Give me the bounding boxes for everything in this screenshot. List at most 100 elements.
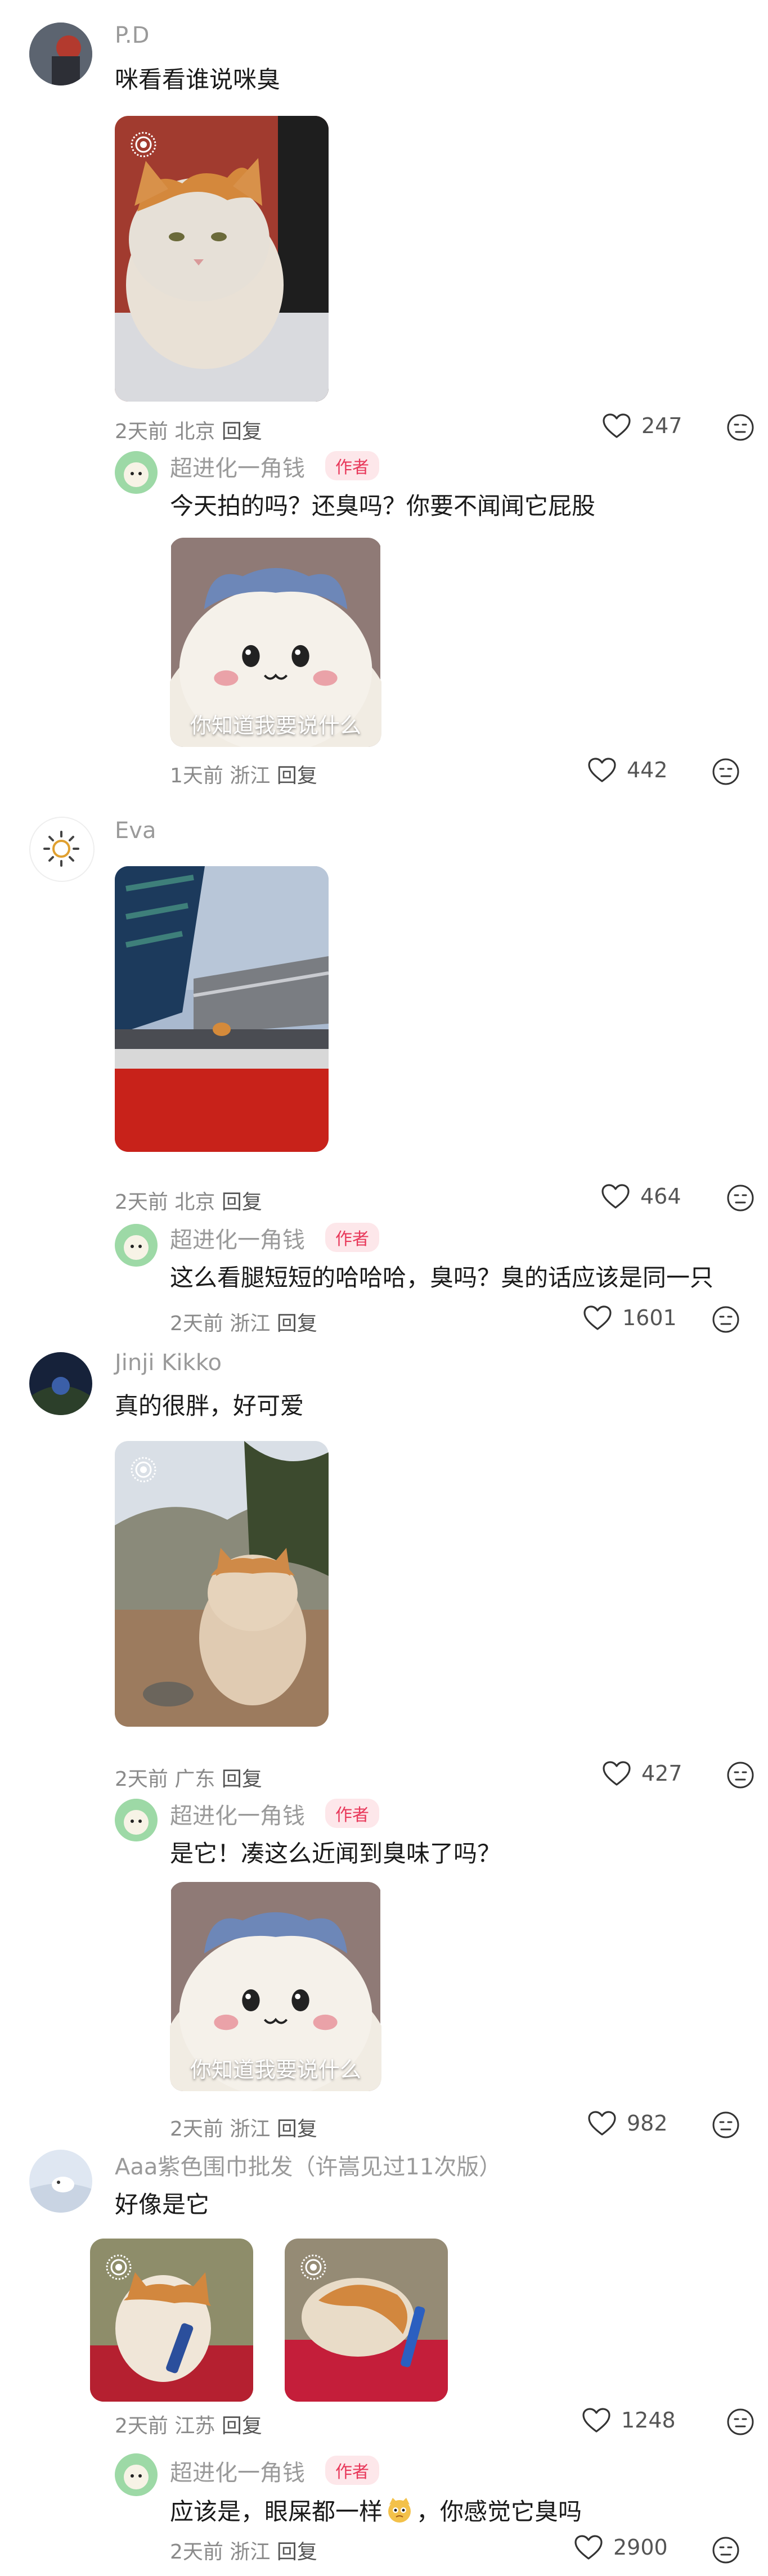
reply-text-part: ，你感觉它臭吗 [416, 2498, 582, 2525]
reply-username[interactable]: 超进化一角钱 [170, 450, 305, 483]
author-badge: 作者 [325, 1799, 379, 1828]
meta-time: 2天前 [115, 1768, 168, 1791]
sad-face-icon[interactable] [711, 1305, 740, 1334]
author-avatar[interactable] [115, 1224, 158, 1267]
reply-text: 这么看腿短短的哈哈哈，臭吗？臭的话应该是同一只 [170, 1264, 714, 1291]
comment-photo[interactable] [115, 1441, 329, 1727]
like-button[interactable]: 1248 [582, 2407, 676, 2433]
live-photo-icon [105, 2253, 133, 2281]
like-button[interactable]: 2900 [574, 2534, 668, 2560]
username[interactable]: Eva [115, 818, 156, 844]
sad-face-icon[interactable] [711, 2536, 740, 2565]
reply-meta: 2天前 浙江 回复 [170, 1307, 317, 1336]
like-count: 247 [641, 413, 682, 438]
cat-emoji-icon [388, 2497, 411, 2523]
author-avatar[interactable] [115, 2453, 158, 2496]
author-badge: 作者 [325, 2456, 379, 2485]
sad-face-icon[interactable] [726, 2407, 755, 2437]
author-badge: 作者 [325, 451, 379, 480]
sticker-image[interactable]: 你知道我要说什么 [170, 1882, 381, 2091]
like-count: 1248 [621, 2408, 676, 2433]
reply-text: 应该是，眼屎都一样 ，你感觉它臭吗 [170, 2493, 582, 2527]
comment-photo[interactable] [115, 116, 329, 402]
author-avatar[interactable] [115, 1799, 158, 1841]
live-photo-icon [299, 2253, 327, 2281]
reply-text: 是它！凑这么近闻到臭味了吗？ [170, 1840, 501, 1867]
author-avatar[interactable] [115, 451, 158, 494]
like-count: 2900 [613, 2535, 668, 2560]
reply-text: 今天拍的吗？还臭吗？你要不闻闻它屁股 [170, 492, 596, 520]
comment-text: 咪看看谁说咪臭 [115, 66, 281, 93]
comment-text: 真的很胖，好可爱 [115, 1392, 304, 1420]
sad-face-icon[interactable] [726, 1183, 755, 1213]
like-button[interactable]: 427 [602, 1760, 682, 1786]
sticker-caption: 你知道我要说什么 [190, 713, 361, 738]
heart-outline-icon [574, 2534, 603, 2560]
reply-button[interactable]: 回复 [222, 2415, 262, 2438]
live-photo-icon [129, 1456, 158, 1484]
sad-face-icon[interactable] [711, 757, 740, 786]
heart-outline-icon [587, 757, 617, 783]
like-count: 442 [627, 758, 668, 782]
like-count: 427 [641, 1761, 682, 1786]
reply-meta: 2天前 浙江 回复 [170, 2113, 317, 2142]
like-button[interactable]: 982 [587, 2110, 668, 2136]
meta-time: 2天前 [115, 420, 168, 443]
heart-outline-icon [582, 2407, 611, 2433]
meta-time: 1天前 [170, 764, 223, 787]
avatar[interactable] [29, 22, 92, 85]
meta-time: 2天前 [170, 2541, 223, 2564]
reply-text-part: 应该是，眼屎都一样 [170, 2498, 383, 2525]
heart-outline-icon [602, 1760, 631, 1786]
meta-location: 浙江 [230, 2118, 271, 2141]
reply-button[interactable]: 回复 [277, 2541, 317, 2564]
meta-time: 2天前 [115, 1191, 168, 1214]
heart-outline-icon [601, 1183, 630, 1209]
reply-meta: 2天前 浙江 回复 [170, 2536, 317, 2565]
avatar[interactable] [29, 817, 95, 882]
reply-username[interactable]: 超进化一角钱 [170, 1798, 305, 1830]
reply-username[interactable]: 超进化一角钱 [170, 1222, 305, 1254]
meta-location: 广东 [174, 1768, 215, 1791]
reply-meta: 1天前 浙江 回复 [170, 759, 317, 789]
comment-meta: 2天前 北京 回复 [115, 415, 262, 444]
author-badge: 作者 [325, 1223, 379, 1252]
username[interactable]: Aaa紫色围巾批发（许嵩见过11次版） [115, 2149, 501, 2181]
like-count: 464 [640, 1184, 681, 1209]
sticker-image[interactable]: 你知道我要说什么 [170, 538, 381, 747]
like-button[interactable]: 1601 [583, 1305, 677, 1331]
like-button[interactable]: 247 [602, 413, 682, 439]
reply-button[interactable]: 回复 [222, 1191, 262, 1214]
reply-button[interactable]: 回复 [277, 1312, 317, 1335]
comment-photo[interactable] [90, 2239, 253, 2402]
meta-location: 北京 [174, 420, 215, 443]
meta-location: 浙江 [230, 764, 271, 787]
avatar[interactable] [29, 2150, 92, 2213]
reply-button[interactable]: 回复 [222, 1768, 262, 1791]
like-button[interactable]: 464 [601, 1183, 681, 1209]
heart-outline-icon [602, 413, 631, 439]
avatar[interactable] [29, 1352, 92, 1415]
username[interactable]: Jinji Kikko [115, 1350, 222, 1376]
meta-location: 江苏 [174, 2415, 215, 2438]
sad-face-icon[interactable] [711, 2110, 740, 2140]
username[interactable]: P.D [115, 22, 149, 48]
sad-face-icon[interactable] [726, 413, 755, 442]
reply-button[interactable]: 回复 [277, 2118, 317, 2141]
sticker-caption: 你知道我要说什么 [190, 2057, 361, 2082]
comment-text: 好像是它 [115, 2191, 210, 2218]
comment-photo[interactable] [115, 866, 329, 1152]
reply-button[interactable]: 回复 [277, 764, 317, 787]
meta-time: 2天前 [170, 1312, 223, 1335]
meta-location: 浙江 [230, 1312, 271, 1335]
like-count: 982 [627, 2111, 668, 2136]
heart-outline-icon [583, 1305, 612, 1331]
comment-photo[interactable] [285, 2239, 448, 2402]
like-button[interactable]: 442 [587, 757, 668, 783]
sad-face-icon[interactable] [726, 1760, 755, 1790]
heart-outline-icon [587, 2110, 617, 2136]
reply-button[interactable]: 回复 [222, 420, 262, 443]
comment-meta: 2天前 广东 回复 [115, 1763, 262, 1792]
like-count: 1601 [622, 1305, 677, 1330]
reply-username[interactable]: 超进化一角钱 [170, 2455, 305, 2487]
